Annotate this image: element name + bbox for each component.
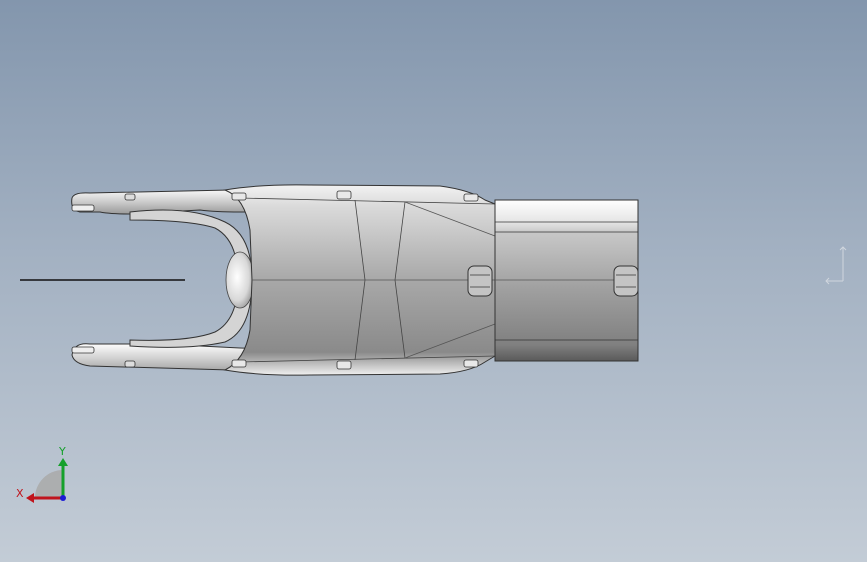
square-tube[interactable] <box>494 199 639 362</box>
origin-marker-icon <box>825 246 847 285</box>
graphics-viewport[interactable]: Y X <box>0 0 867 562</box>
reference-triad-icon: Y X <box>16 445 68 503</box>
model-canvas[interactable]: Y X <box>0 0 867 562</box>
triad-y-label: Y <box>58 445 66 458</box>
yoke-inner[interactable] <box>129 209 255 348</box>
main-body[interactable] <box>223 184 496 376</box>
triad-x-label: X <box>16 487 24 500</box>
